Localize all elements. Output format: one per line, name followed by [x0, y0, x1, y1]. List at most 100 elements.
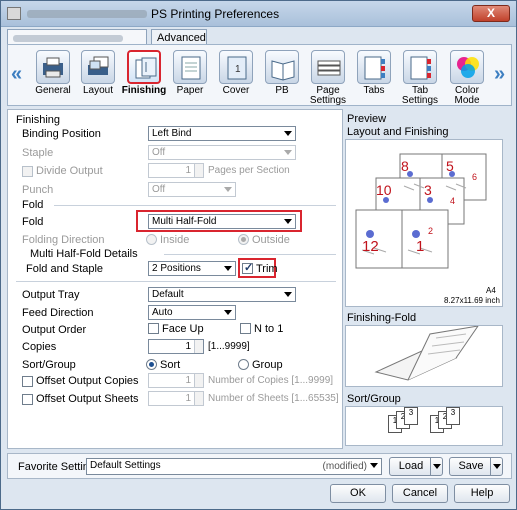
divide-output-spinner[interactable]: 1	[148, 163, 204, 178]
cancel-button[interactable]: Cancel	[392, 484, 448, 503]
multi-half-fold-details-header: Multi Half-Fold Details	[30, 248, 138, 260]
ribbon-item-paper[interactable]: Paper	[167, 48, 213, 104]
save-label: Save	[458, 460, 484, 472]
staple-select[interactable]: Off	[148, 145, 296, 160]
sort-page: 3	[446, 407, 460, 425]
punch-value: Off	[152, 184, 166, 195]
copies-spinner[interactable]: 1	[148, 339, 204, 354]
ok-button[interactable]: OK	[330, 484, 386, 503]
tabs-icon	[357, 50, 391, 84]
ribbon-item-tab-settings[interactable]: Tab Settings	[397, 48, 443, 106]
binding-position-select[interactable]: Left Bind	[148, 126, 296, 141]
offset-copies-value: 1	[185, 375, 191, 386]
number-of-copies-label: Number of Copies [1...9999]	[208, 375, 334, 386]
printing-preferences-window: PS Printing Preferences X Advanced « » G…	[0, 0, 517, 510]
punch-select[interactable]: Off	[148, 182, 236, 197]
finishing-fold-preview-box	[345, 325, 503, 387]
folding-direction-label: Folding Direction	[22, 234, 105, 246]
ribbon-label: Layout	[82, 85, 114, 96]
output-tray-select[interactable]: Default	[148, 287, 296, 302]
title-bar: PS Printing Preferences X	[1, 1, 516, 27]
tab-advanced[interactable]: Advanced	[151, 29, 207, 45]
ribbon-label: Page Settings	[309, 85, 347, 106]
face-up-checkbox[interactable]	[148, 323, 159, 334]
fold-and-staple-select[interactable]: 2 Positions	[148, 261, 236, 276]
ribbon-label: Tabs	[363, 85, 385, 96]
chevron-down-icon[interactable]	[490, 458, 502, 475]
color-mode-icon	[450, 50, 484, 84]
ribbon-item-cover[interactable]: 1 Cover	[213, 48, 259, 104]
close-button[interactable]: X	[472, 5, 510, 22]
inside-radio[interactable]	[146, 234, 157, 245]
printer-icon	[7, 7, 21, 20]
feed-direction-value: Auto	[152, 307, 173, 318]
details-divider	[164, 254, 336, 255]
ribbon-label: PB	[275, 85, 289, 96]
preview-panel: Preview Layout and Finishing 8 5 10 3 12…	[345, 109, 512, 449]
fold-select[interactable]: Multi Half-Fold	[148, 214, 296, 229]
help-button[interactable]: Help	[454, 484, 510, 503]
ribbon-label: Finishing	[121, 85, 167, 96]
ribbon-label: Tab Settings	[401, 85, 439, 106]
ribbon-item-tabs[interactable]: Tabs	[351, 48, 397, 104]
trim-checkbox[interactable]	[242, 261, 253, 274]
fold-and-staple-value: 2 Positions	[152, 263, 201, 274]
chevron-down-icon	[224, 266, 232, 271]
ribbon-item-page-settings[interactable]: Page Settings	[305, 48, 351, 106]
offset-sheets-spinner[interactable]: 1	[148, 391, 204, 406]
divide-output-label: Divide Output	[36, 165, 103, 177]
fold-preview-graphic	[374, 325, 480, 381]
spinner-arrows-icon	[194, 374, 203, 387]
modified-indicator: (modified)	[322, 461, 367, 472]
finishing-panel: Finishing Binding Position Left Bind Sta…	[7, 109, 343, 449]
layout-preview-box: 8 5 10 3 12 1 6 4 2 A4 8.27x11.69 inch	[345, 139, 503, 307]
ribbon-item-general[interactable]: General	[30, 48, 76, 104]
load-button[interactable]: Load	[389, 457, 443, 476]
chevron-down-icon	[284, 131, 292, 136]
load-label: Load	[398, 460, 424, 472]
copies-label: Copies	[22, 341, 57, 353]
group-radio[interactable]	[238, 359, 249, 370]
scroll-left-icon[interactable]: «	[11, 63, 22, 86]
fold-value: Multi Half-Fold	[152, 216, 217, 227]
ribbon-label: Color Mode	[454, 85, 480, 106]
divide-output-checkbox[interactable]	[22, 166, 33, 177]
copies-range-label: [1...9999]	[208, 341, 250, 352]
page-number: 2	[428, 226, 434, 236]
chevron-down-icon	[284, 219, 292, 224]
blurred-tab-label	[13, 35, 123, 42]
ribbon-item-layout[interactable]: Layout	[75, 48, 121, 104]
divide-output-value: 1	[185, 165, 191, 176]
page-number: 12	[362, 238, 379, 255]
ribbon-item-finishing[interactable]: Finishing	[121, 48, 167, 104]
tab-blurred[interactable]	[7, 29, 147, 45]
favorite-setting-label: Favorite Setting	[18, 461, 96, 473]
n-to-1-checkbox[interactable]	[240, 323, 251, 334]
output-order-label: Output Order	[22, 324, 87, 336]
page-number: 5	[446, 158, 454, 174]
offset-output-copies-checkbox[interactable]	[22, 376, 33, 387]
window-title: PS Printing Preferences	[151, 7, 280, 21]
inside-label: Inside	[160, 234, 190, 246]
ribbon-item-pb[interactable]: PB	[259, 48, 305, 104]
save-button[interactable]: Save	[449, 457, 503, 476]
offset-output-sheets-checkbox[interactable]	[22, 394, 33, 405]
paper-icon	[173, 50, 207, 84]
offset-copies-spinner[interactable]: 1	[148, 373, 204, 388]
fold-section-bottom-divider	[16, 281, 336, 282]
outside-radio[interactable]	[238, 234, 249, 245]
chevron-down-icon[interactable]	[430, 458, 442, 475]
finishing-icon	[127, 50, 161, 84]
output-tray-value: Default	[152, 289, 184, 300]
ribbon-item-color-mode[interactable]: Color Mode	[444, 48, 490, 106]
ribbon-label: Cover	[222, 85, 250, 96]
pb-icon	[265, 50, 299, 84]
page-settings-icon	[311, 50, 345, 84]
sort-radio[interactable]	[146, 359, 157, 370]
page-number: 6	[472, 172, 478, 182]
scroll-right-icon[interactable]: »	[494, 63, 505, 86]
page-number: 1	[416, 238, 425, 255]
binding-position-value: Left Bind	[152, 128, 192, 139]
feed-direction-select[interactable]: Auto	[148, 305, 236, 320]
favorite-setting-select[interactable]: Default Settings (modified)	[86, 458, 382, 475]
